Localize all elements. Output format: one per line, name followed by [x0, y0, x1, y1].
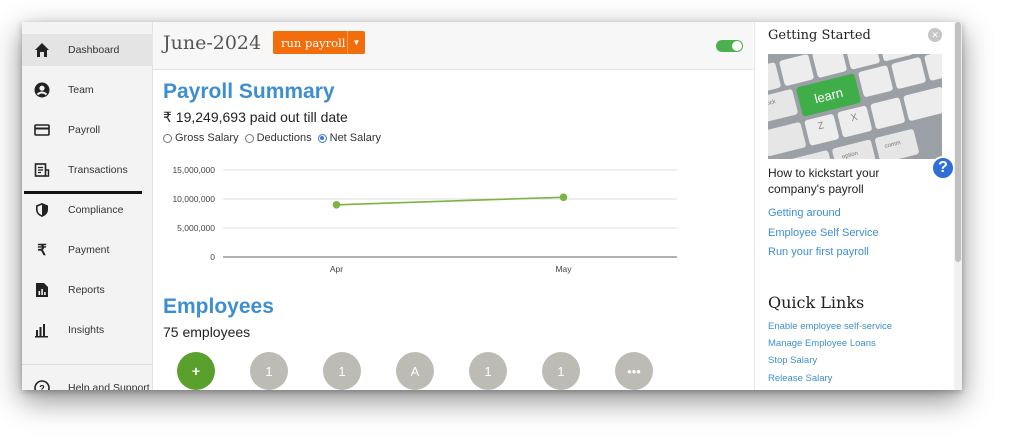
bar-chart-icon: [34, 322, 50, 338]
sidebar-separator: [22, 364, 153, 365]
sidebar-item-reports[interactable]: Reports: [22, 274, 153, 306]
payroll-month: June-2024: [163, 32, 262, 54]
employee-count: 75 employees: [163, 324, 251, 340]
employee-avatar[interactable]: 1: [323, 352, 361, 390]
app-window: Dashboard Team Payroll Transactions Comp…: [22, 22, 962, 390]
series-line: [336, 196, 564, 206]
link-manage-loans[interactable]: Manage Employee Loans: [768, 338, 876, 349]
svg-text:?: ?: [39, 384, 45, 391]
radio-label: Net Salary: [329, 132, 381, 144]
link-getting-around[interactable]: Getting around: [768, 207, 841, 219]
getting-started-title: Getting Started: [768, 28, 871, 43]
close-icon[interactable]: ✕: [928, 28, 942, 42]
link-employee-self-service[interactable]: Employee Self Service: [768, 227, 879, 239]
scrollbar[interactable]: [954, 22, 962, 390]
employee-avatar[interactable]: 1: [469, 352, 507, 390]
run-payroll-button[interactable]: run payroll ▼: [273, 31, 365, 54]
sidebar-item-payment[interactable]: ₹ Payment: [22, 234, 153, 266]
kickstart-heading: How to kickstart your company's payroll: [768, 166, 880, 196]
employee-avatar[interactable]: 1: [542, 352, 580, 390]
sidebar-item-team[interactable]: Team: [22, 74, 153, 106]
payroll-summary-title: Payroll Summary: [163, 80, 335, 103]
radio-label: Gross Salary: [175, 132, 239, 144]
toggle-knob: [732, 41, 742, 51]
run-payroll-label: run payroll: [281, 35, 346, 50]
radio-dot: [244, 133, 254, 143]
employee-avatar[interactable]: 1: [250, 352, 288, 390]
y-tick-label: 5,000,000: [177, 223, 215, 233]
link-stop-salary[interactable]: Stop Salary: [768, 355, 817, 366]
x-tick-label: Apr: [330, 264, 343, 274]
quick-links-title: Quick Links: [768, 293, 865, 312]
sidebar-item-payroll[interactable]: Payroll: [22, 114, 153, 146]
y-tick-label: 10,000,000: [172, 194, 215, 204]
help-circle-icon: ?: [34, 380, 50, 390]
keyboard-learn-image: caps lock learn A S Z X control option c…: [768, 54, 942, 159]
salary-type-radio-group: Gross Salary Deductions Net Salary: [163, 132, 387, 144]
sidebar-item-insights[interactable]: Insights: [22, 314, 153, 346]
sidebar-item-label: Compliance: [68, 204, 124, 216]
link-release-salary[interactable]: Release Salary: [768, 373, 832, 384]
radio-deductions[interactable]: Deductions: [244, 132, 312, 144]
paid-out-total: ₹ 19,249,693 paid out till date: [163, 109, 348, 125]
sidebar-item-label: Transactions: [68, 164, 128, 176]
sidebar-item-label: Payment: [68, 244, 110, 256]
more-employees-button[interactable]: •••: [615, 352, 653, 390]
net-salary-line-chart: 15,000,000 10,000,000 5,000,000 0 Apr May: [172, 165, 677, 274]
home-icon: [34, 42, 50, 58]
view-toggle[interactable]: [716, 40, 743, 52]
link-enable-self-service[interactable]: Enable employee self-service: [768, 321, 892, 332]
radio-dot: [317, 133, 327, 143]
radio-dot: [163, 133, 172, 143]
radio-gross-salary[interactable]: Gross Salary: [163, 132, 239, 144]
sidebar-item-dashboard[interactable]: Dashboard: [22, 34, 153, 66]
chevron-down-icon[interactable]: ▼: [347, 31, 365, 54]
sidebar-item-label: Payroll: [68, 124, 101, 136]
scrollbar-thumb[interactable]: [955, 22, 961, 262]
top-bar: June-2024 run payroll ▼: [153, 22, 753, 70]
employees-title: Employees: [163, 295, 274, 318]
sidebar-item-help[interactable]: ? Help and Support: [22, 372, 153, 390]
sidebar-item-label: Insights: [68, 324, 105, 336]
sidebar-item-label: Help and Support: [68, 382, 150, 390]
add-employee-button[interactable]: +: [177, 352, 215, 390]
x-tick-label: May: [555, 264, 572, 274]
radio-label: Deductions: [256, 132, 312, 144]
radio-net-salary[interactable]: Net Salary: [317, 132, 381, 144]
sidebar: Dashboard Team Payroll Transactions Comp…: [22, 22, 153, 390]
person-icon: [34, 82, 50, 98]
sidebar-item-label: Dashboard: [68, 44, 120, 56]
card-icon: [34, 122, 50, 138]
data-point: [332, 201, 341, 209]
sidebar-item-label: Team: [68, 84, 94, 96]
sidebar-item-compliance[interactable]: Compliance: [22, 194, 153, 226]
link-run-first-payroll[interactable]: Run your first payroll: [768, 246, 869, 258]
report-icon: [34, 282, 50, 298]
shield-icon: [34, 202, 50, 218]
sidebar-item-transactions[interactable]: Transactions: [22, 154, 153, 186]
rupee-icon: ₹: [37, 242, 47, 259]
employee-avatar[interactable]: A: [396, 352, 434, 390]
getting-started-panel: Getting Started ✕ lock learn Z X option …: [754, 22, 955, 390]
y-tick-label: 0: [210, 252, 215, 262]
data-point: [559, 193, 568, 202]
y-tick-label: 15,000,000: [172, 165, 215, 175]
main-content: Payroll Summary ₹ 19,249,693 paid out ti…: [153, 70, 753, 390]
sidebar-item-label: Reports: [68, 284, 105, 296]
receipt-icon: [34, 162, 50, 178]
